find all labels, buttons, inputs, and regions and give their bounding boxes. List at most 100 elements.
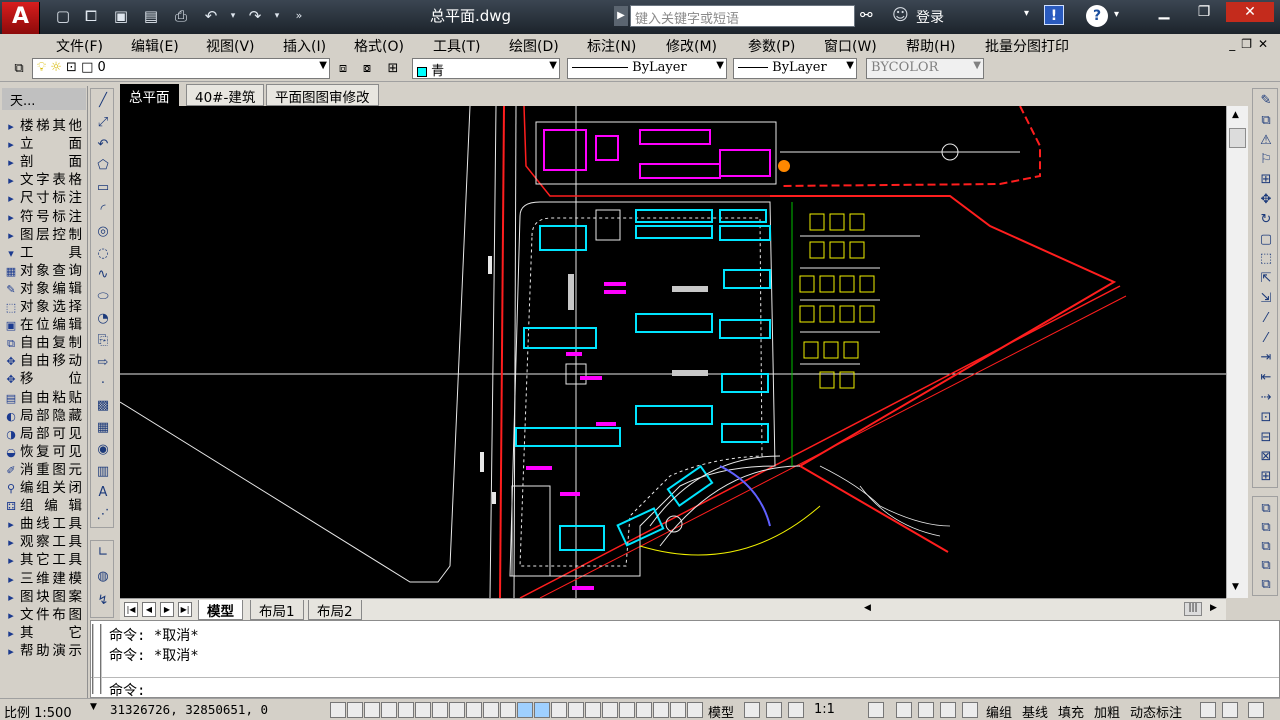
exchange-icon[interactable]: ! — [1044, 5, 1064, 25]
tool-icon[interactable]: ⋰ — [94, 505, 112, 525]
palette-item[interactable]: ◐ 局部隐藏 — [2, 404, 86, 424]
scale-dropdown-icon[interactable]: ▼ — [90, 702, 97, 712]
viewport-icon[interactable] — [788, 702, 804, 718]
close-button[interactable]: ✕ — [1226, 2, 1274, 22]
tool-icon[interactable]: ⬚ — [1257, 249, 1275, 269]
help-icon[interactable]: ? — [1086, 5, 1108, 27]
tool-icon[interactable]: ⧉ — [1257, 575, 1275, 595]
menu-format[interactable]: 格式(O) — [354, 36, 404, 56]
tab-building-40[interactable]: 40#-建筑 — [186, 84, 265, 106]
undo-icon[interactable]: ↶ — [200, 6, 222, 26]
user-icon[interactable]: ☺ — [892, 5, 909, 24]
tool-icon[interactable]: ◌ — [94, 244, 112, 264]
scroll-thumb[interactable] — [1229, 128, 1246, 148]
status-toggle[interactable]: 加粗 — [1094, 702, 1120, 720]
save-icon[interactable]: ▣ — [110, 6, 132, 26]
tool-icon[interactable]: ⊟ — [1257, 428, 1275, 448]
palette-item[interactable]: ▸ 帮助演示 — [2, 639, 86, 659]
tool-icon[interactable]: ⁄ — [1257, 329, 1275, 349]
tool-icon[interactable]: ∟ — [94, 543, 112, 563]
tray-icon[interactable] — [1222, 702, 1238, 718]
more-tools-icon[interactable]: » — [288, 6, 310, 26]
tool-icon[interactable]: ∿ — [94, 265, 112, 285]
tab-site-plan[interactable]: 总平面 — [120, 84, 179, 106]
drafting-toggle-icon[interactable] — [687, 702, 703, 718]
palette-header[interactable]: 天... — [2, 88, 86, 110]
viewport-icon[interactable] — [766, 702, 782, 718]
tool-icon[interactable]: ⬠ — [94, 156, 112, 176]
drafting-toggle-icon[interactable] — [551, 702, 567, 718]
palette-item[interactable]: ✥ 自由移动 — [2, 349, 86, 369]
scroll-down-icon[interactable]: ▼ — [1232, 582, 1239, 592]
palette-item[interactable]: ▸ 文字表格 — [2, 168, 86, 188]
tool-icon[interactable]: ╱ — [94, 91, 112, 111]
tab-layout2[interactable]: 布局2 — [308, 600, 362, 620]
palette-item[interactable]: ▸ 剖面 — [2, 150, 86, 170]
workspace-icon[interactable] — [918, 702, 934, 718]
tool-icon[interactable]: ⁄ — [1257, 309, 1275, 329]
tool-icon[interactable]: ⊠ — [1257, 447, 1275, 467]
linetype-dropdown[interactable]: ByLayer ▼ — [567, 58, 727, 79]
scroll-up-icon[interactable]: ▲ — [1232, 110, 1239, 120]
palette-item[interactable]: ▣ 在位编辑 — [2, 313, 86, 333]
palette-item[interactable]: ◑ 局部可见 — [2, 422, 86, 442]
palette-item[interactable]: ⬚ 对象选择 — [2, 295, 86, 315]
tool-icon[interactable]: ⚐ — [1257, 150, 1275, 170]
tool-icon[interactable]: ⇢ — [1257, 388, 1275, 408]
plotstyle-dropdown[interactable]: BYCOLOR ▼ — [866, 58, 984, 79]
workspace-icon[interactable] — [896, 702, 912, 718]
palette-item[interactable]: ▸ 曲线工具 — [2, 512, 86, 532]
command-window-grip[interactable] — [92, 624, 102, 694]
tool-icon[interactable]: ⧉ — [1257, 537, 1275, 557]
tab-model[interactable]: 模型 — [198, 600, 243, 620]
tool-icon[interactable]: ⇥ — [1257, 348, 1275, 368]
tool-icon[interactable]: ◍ — [94, 567, 112, 587]
tool-icon[interactable]: ▦ — [94, 418, 112, 438]
make-current-layer-icon[interactable]: ⧈ — [334, 60, 352, 78]
tray-icon[interactable] — [1248, 702, 1264, 718]
drafting-toggle-icon[interactable] — [364, 702, 380, 718]
restore-button[interactable]: ❐ — [1184, 2, 1224, 22]
drafting-toggle-icon[interactable] — [585, 702, 601, 718]
tool-icon[interactable]: ◔ — [94, 309, 112, 329]
tool-icon[interactable]: ▥ — [94, 462, 112, 482]
tool-icon[interactable]: ↶ — [94, 135, 112, 155]
drafting-toggle-icon[interactable] — [432, 702, 448, 718]
prev-tab-icon[interactable]: ◀ — [142, 602, 156, 617]
search-expand-icon[interactable]: ▶ — [614, 6, 628, 26]
drafting-toggle-icon[interactable] — [568, 702, 584, 718]
drafting-toggle-icon[interactable] — [653, 702, 669, 718]
menu-view[interactable]: 视图(V) — [206, 36, 255, 56]
palette-item[interactable]: ⚃ 组编辑 — [2, 494, 86, 514]
drafting-toggle-icon[interactable] — [415, 702, 431, 718]
drafting-toggle-icon[interactable] — [619, 702, 635, 718]
viewport-icon[interactable] — [744, 702, 760, 718]
tool-icon[interactable]: ⧉ — [1257, 556, 1275, 576]
undo-dropdown-icon[interactable]: ▾ — [222, 6, 244, 26]
tool-icon[interactable]: ⚠ — [1257, 131, 1275, 151]
palette-item[interactable]: ⧉ 自由复制 — [2, 331, 86, 351]
new-icon[interactable]: ▢ — [52, 6, 74, 26]
login-link[interactable]: 登录 — [916, 7, 944, 27]
menu-help[interactable]: 帮助(H) — [906, 36, 955, 56]
tool-icon[interactable]: ↯ — [94, 591, 112, 611]
palette-item[interactable]: ⚲ 编组关闭 — [2, 476, 86, 496]
tool-icon[interactable]: ⇱ — [1257, 269, 1275, 289]
print-icon[interactable]: ⎙ — [170, 6, 192, 26]
first-tab-icon[interactable]: |◀ — [124, 602, 138, 617]
layer-dropdown[interactable]: 💡︎ ☼ ⊡ □ 0 ▼ — [32, 58, 330, 79]
menu-file[interactable]: 文件(F) — [56, 36, 103, 56]
binoculars-icon[interactable]: ⚯ — [860, 6, 873, 24]
layer-states-icon[interactable]: ⊞ — [384, 60, 402, 78]
redo-dropdown-icon[interactable]: ▾ — [266, 6, 288, 26]
palette-item[interactable]: ▸ 立面 — [2, 132, 86, 152]
workspace-icon[interactable] — [868, 702, 884, 718]
tool-icon[interactable]: ⧉ — [1257, 518, 1275, 538]
scroll-right-icon[interactable]: ▶ — [1210, 603, 1217, 613]
menu-draw[interactable]: 绘图(D) — [509, 36, 559, 56]
redo-icon[interactable]: ↷ — [244, 6, 266, 26]
palette-item[interactable]: ▸ 其它 — [2, 621, 86, 641]
tool-icon[interactable]: ✥ — [1257, 190, 1275, 210]
drafting-toggle-icon[interactable] — [466, 702, 482, 718]
palette-item[interactable]: ▸ 图层控制 — [2, 223, 86, 243]
